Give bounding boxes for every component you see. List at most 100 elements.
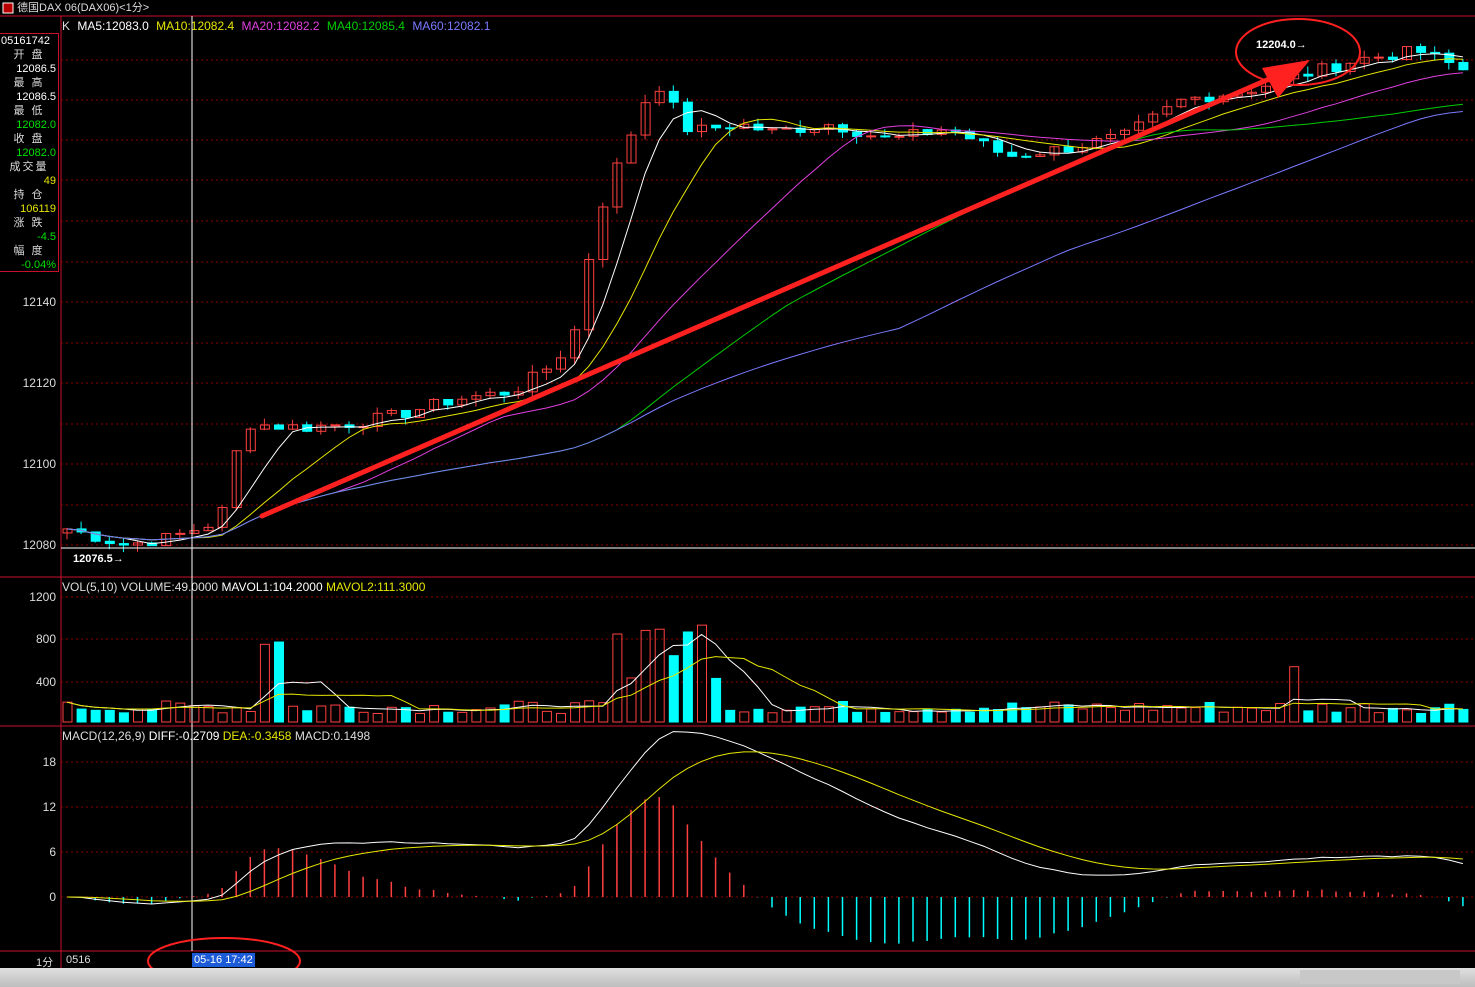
- diff-line: [66, 731, 1464, 905]
- candle-body: [993, 140, 1004, 153]
- volume-bar: [415, 712, 425, 723]
- volume-bar: [852, 711, 863, 723]
- ma60-line: [66, 111, 1463, 541]
- volume-bar: [1261, 710, 1271, 723]
- volume-bar: [654, 628, 665, 723]
- cursor-time-label: 05-16 17:42: [192, 953, 255, 967]
- volume-bar: [499, 704, 510, 723]
- volume-bar: [1120, 709, 1130, 723]
- volume-bar: [1444, 703, 1455, 723]
- volume-bar: [429, 705, 440, 723]
- volume-bar: [1148, 709, 1159, 723]
- volume-bar: [866, 708, 877, 723]
- trend-arrow-line: [259, 67, 1293, 519]
- candle-body: [880, 135, 891, 138]
- volume-bar: [1387, 707, 1398, 723]
- candle-body: [682, 101, 693, 133]
- volume-bar: [711, 677, 722, 723]
- volume-bar: [175, 702, 186, 723]
- volume-bar: [753, 708, 764, 723]
- candle-body: [104, 540, 115, 545]
- volume-bar: [1105, 707, 1116, 723]
- volume-bar: [570, 702, 581, 723]
- volume-bar: [344, 706, 355, 723]
- volume-bar: [781, 709, 792, 723]
- volume-bar: [739, 711, 750, 723]
- volume-bar: [217, 712, 228, 723]
- volume-bar: [1317, 703, 1328, 723]
- candle-body: [1416, 46, 1427, 53]
- volume-bar: [668, 655, 679, 723]
- candle-body: [118, 543, 129, 546]
- candle-body: [443, 398, 454, 406]
- volume-bar: [1402, 709, 1412, 723]
- volume-bar: [1162, 705, 1173, 723]
- volume-bar: [556, 712, 566, 723]
- candle-body: [866, 135, 877, 138]
- candle-body: [330, 424, 341, 427]
- volume-bar: [612, 633, 623, 723]
- volume-bar: [936, 711, 947, 723]
- low-price-annotation: 12076.5→: [73, 553, 124, 565]
- candle-body: [1373, 56, 1384, 59]
- candle-body: [922, 129, 933, 135]
- volume-bar: [1246, 707, 1257, 723]
- candle-body: [1303, 73, 1314, 77]
- volume-bar: [1190, 707, 1201, 723]
- volume-bar: [1289, 666, 1300, 723]
- volume-bar: [1232, 706, 1243, 723]
- volume-bar: [259, 643, 270, 723]
- volume-bar: [1331, 711, 1342, 723]
- chart-canvas[interactable]: 12204.0→ 12076.5→: [0, 0, 1475, 968]
- volume-bar: [457, 711, 468, 723]
- volume-bar: [372, 712, 383, 723]
- volume-bar: [964, 711, 975, 723]
- volume-bar: [908, 711, 919, 723]
- ma20-line: [66, 72, 1463, 541]
- volume-bar: [62, 701, 73, 723]
- volume-bar: [330, 704, 341, 723]
- candle-body: [1331, 63, 1342, 72]
- candle-body: [1063, 146, 1074, 153]
- volume-bar: [245, 710, 256, 723]
- volume-bar: [697, 624, 707, 723]
- candle-body: [979, 138, 989, 142]
- volume-bar: [189, 705, 200, 723]
- candle-body: [894, 135, 905, 138]
- volume-bar: [302, 710, 313, 723]
- volume-bar: [541, 710, 552, 723]
- candle-body: [1021, 155, 1032, 158]
- volume-bar: [1176, 707, 1187, 723]
- candle-body: [274, 424, 284, 430]
- volume-bar: [161, 700, 172, 723]
- volume-bar: [1303, 710, 1314, 723]
- horizontal-scrollbar[interactable]: [0, 968, 1475, 987]
- volume-bar: [1204, 701, 1215, 723]
- volume-bar: [443, 711, 454, 723]
- volume-bar: [1218, 711, 1229, 723]
- candle-body: [1387, 56, 1398, 60]
- volume-bar: [1458, 708, 1469, 723]
- volume-bar: [725, 709, 736, 723]
- candle-body: [175, 532, 186, 535]
- volume-bar: [1007, 702, 1018, 723]
- high-price-annotation: 12204.0→: [1256, 39, 1307, 51]
- volume-bar: [274, 641, 284, 723]
- candle-body: [711, 124, 722, 129]
- candle-body: [400, 410, 411, 418]
- candle-body: [1007, 151, 1018, 157]
- candle-body: [499, 391, 510, 396]
- time-axis-start: 0516: [66, 954, 91, 966]
- volume-bar: [316, 705, 327, 723]
- dea-line: [66, 751, 1463, 902]
- volume-bar: [90, 709, 101, 723]
- volume-bar: [358, 711, 369, 723]
- volume-bar: [1373, 712, 1384, 723]
- volume-bar: [993, 709, 1004, 723]
- volume-bar: [1345, 707, 1356, 723]
- scrollbar-thumb[interactable]: [1300, 970, 1460, 984]
- volume-bar: [584, 700, 595, 723]
- high-circle-annotation: [1235, 18, 1361, 86]
- volume-bar: [118, 712, 129, 723]
- candle-body: [668, 90, 679, 103]
